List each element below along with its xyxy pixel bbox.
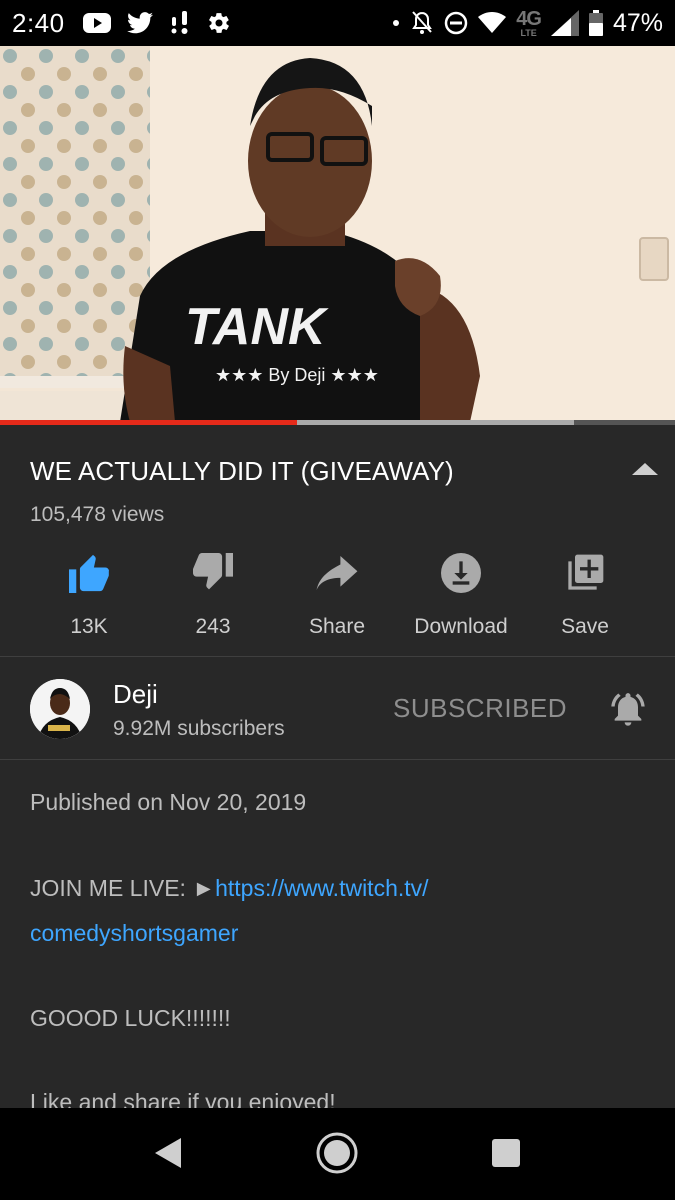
svg-text:★★★ By Deji ★★★: ★★★ By Deji ★★★ — [215, 365, 379, 385]
home-circle-icon — [315, 1131, 359, 1180]
view-count: 105,478 views — [30, 503, 165, 526]
description-line: GOOOD LUCK!!!!!!! — [30, 1005, 231, 1031]
thumbs-down-icon — [191, 551, 235, 595]
description-line: Like and share if you enjoyed! — [30, 1089, 336, 1108]
chevron-up-icon — [632, 461, 658, 482]
youtube-icon — [82, 12, 111, 34]
recents-button[interactable] — [481, 1130, 531, 1180]
network-type: 4G LTE — [516, 7, 542, 38]
twitch-link-continued[interactable]: comedyshortsgamer — [30, 920, 238, 947]
status-time: 2:40 — [12, 7, 65, 38]
dot-icon — [392, 19, 400, 27]
description-line: JOIN ME LIVE: ►https://www.twitch.tv/ — [30, 875, 429, 902]
video-details-panel: WE ACTUALLY DID IT (GIVEAWAY) 105,478 vi… — [0, 425, 675, 1108]
battery-icon — [588, 10, 603, 36]
svg-text:TANK: TANK — [185, 298, 329, 356]
back-button[interactable] — [143, 1130, 193, 1180]
share-button[interactable]: Share — [275, 545, 399, 645]
home-button[interactable] — [312, 1130, 362, 1180]
published-date: Published on Nov 20, 2019 — [30, 789, 307, 815]
add-to-playlist-icon — [563, 551, 607, 595]
collapse-description-button[interactable] — [631, 457, 659, 485]
status-bar: 2:40 4G LTE 47% — [0, 0, 675, 46]
share-icon — [315, 551, 359, 595]
like-button[interactable]: 13K — [27, 545, 151, 645]
video-player[interactable]: TANK ★★★ By Deji ★★★ — [0, 46, 675, 422]
subscribed-button[interactable]: SUBSCRIBED — [393, 693, 567, 724]
signal-icon — [550, 10, 579, 36]
avatar[interactable] — [30, 679, 90, 739]
network-label: 4G — [516, 7, 542, 30]
save-button[interactable]: Save — [523, 545, 647, 645]
dislike-count: 243 — [195, 615, 231, 638]
wifi-icon — [478, 12, 507, 34]
thumbs-up-icon — [67, 551, 111, 595]
navigation-bar — [0, 1108, 675, 1200]
save-label: Save — [561, 615, 609, 638]
do-not-disturb-icon — [444, 11, 468, 35]
share-label: Share — [308, 615, 366, 638]
join-live-text: JOIN ME LIVE: ► — [30, 875, 216, 901]
action-bar: 13K 243 Share Download Save — [0, 545, 675, 645]
gear-icon — [207, 11, 231, 35]
download-label: Download — [414, 615, 508, 638]
twitch-link[interactable]: https://www.twitch.tv/ — [215, 875, 428, 901]
notification-bell-button[interactable] — [608, 689, 648, 734]
recents-square-icon — [491, 1138, 521, 1173]
dislike-button[interactable]: 243 — [151, 545, 275, 645]
back-triangle-icon — [153, 1136, 183, 1175]
battery-percent: 47% — [612, 8, 663, 37]
twitter-icon — [126, 12, 153, 34]
lte-label: LTE — [520, 27, 537, 38]
bell-off-icon — [410, 10, 434, 36]
bell-ringing-icon — [608, 693, 648, 733]
download-icon — [439, 551, 483, 595]
video-title: WE ACTUALLY DID IT (GIVEAWAY) — [30, 455, 454, 486]
subscriber-count: 9.92M subscribers — [113, 717, 285, 740]
notification-dots-icon — [169, 11, 191, 35]
channel-row: Deji 9.92M subscribers SUBSCRIBED — [0, 657, 675, 759]
download-button[interactable]: Download — [399, 545, 523, 645]
divider — [0, 759, 675, 760]
like-count: 13K — [70, 615, 108, 638]
channel-name[interactable]: Deji — [113, 679, 158, 710]
video-frame: TANK ★★★ By Deji ★★★ — [0, 46, 675, 422]
title-row[interactable]: WE ACTUALLY DID IT (GIVEAWAY) — [30, 453, 645, 489]
